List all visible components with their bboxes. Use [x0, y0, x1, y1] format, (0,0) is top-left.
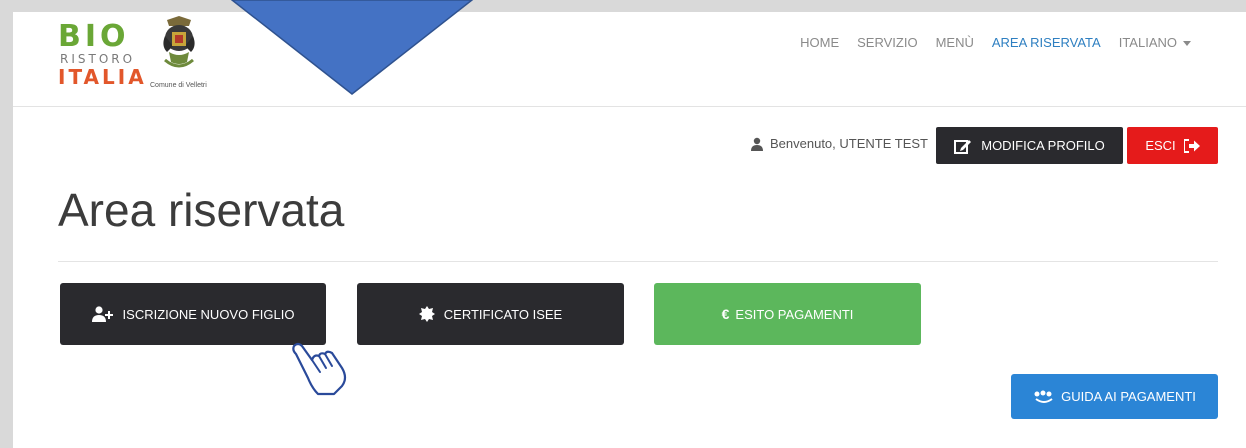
frame-border-left [0, 0, 13, 448]
edit-profile-label: MODIFICA PROFILO [981, 138, 1105, 153]
welcome-text: Benvenuto, UTENTE TEST [770, 136, 928, 151]
nav-item-servizio[interactable]: SERVIZIO [848, 35, 926, 50]
edit-icon [954, 139, 972, 154]
logout-icon [1183, 138, 1200, 153]
nav-item-language[interactable]: ITALIANO [1110, 35, 1200, 50]
payment-results-button[interactable]: € ESITO PAGAMENTI [654, 283, 921, 345]
crest-icon [163, 16, 195, 68]
isee-certificate-button[interactable]: CERTIFICATO ISEE [357, 283, 624, 345]
logout-label: ESCI [1145, 138, 1176, 153]
site-logo[interactable]: BIO RISTORO ITALIA Comune di Velletri [58, 16, 228, 94]
euro-icon: € [721, 306, 730, 322]
logo-text-italia: ITALIA [58, 65, 147, 89]
main-nav: HOME SERVIZIO MENÙ AREA RISERVATA ITALIA… [791, 35, 1200, 50]
triangle-overlay-shape [230, 0, 474, 95]
chevron-down-icon [1183, 41, 1191, 47]
pagopa-icon [1034, 390, 1053, 403]
payment-guide-label: GUIDA AI PAGAMENTI [1061, 389, 1196, 404]
logo-text-ristoro: RISTORO [60, 52, 136, 66]
isee-certificate-label: CERTIFICATO ISEE [443, 306, 563, 322]
edit-profile-button[interactable]: MODIFICA PROFILO [936, 127, 1123, 164]
payment-guide-button[interactable]: GUIDA AI PAGAMENTI [1011, 374, 1218, 419]
page-title: Area riservata [58, 184, 345, 236]
title-divider [58, 261, 1218, 262]
pointer-hand-icon [292, 342, 347, 396]
nav-item-menu[interactable]: MENÙ [927, 35, 983, 50]
certificate-seal-icon [418, 306, 435, 322]
language-label: ITALIANO [1118, 35, 1177, 50]
user-icon [751, 137, 763, 151]
frame-border-top [0, 0, 1246, 12]
enroll-child-button[interactable]: ISCRIZIONE NUOVO FIGLIO [60, 283, 326, 345]
nav-item-home[interactable]: HOME [791, 35, 848, 50]
nav-item-area-riservata[interactable]: AREA RISERVATA [983, 35, 1110, 50]
welcome-message: Benvenuto, UTENTE TEST [750, 136, 928, 151]
logo-text-bio: BIO [58, 19, 130, 54]
payment-results-label: ESITO PAGAMENTI [735, 306, 854, 322]
screenshot-frame: BIO RISTORO ITALIA Comune di Velletri HO… [0, 0, 1246, 448]
add-user-icon [91, 306, 113, 322]
logout-button[interactable]: ESCI [1127, 127, 1218, 164]
logo-comune-label: Comune di Velletri [150, 82, 207, 89]
enroll-child-label: ISCRIZIONE NUOVO FIGLIO [122, 306, 295, 322]
